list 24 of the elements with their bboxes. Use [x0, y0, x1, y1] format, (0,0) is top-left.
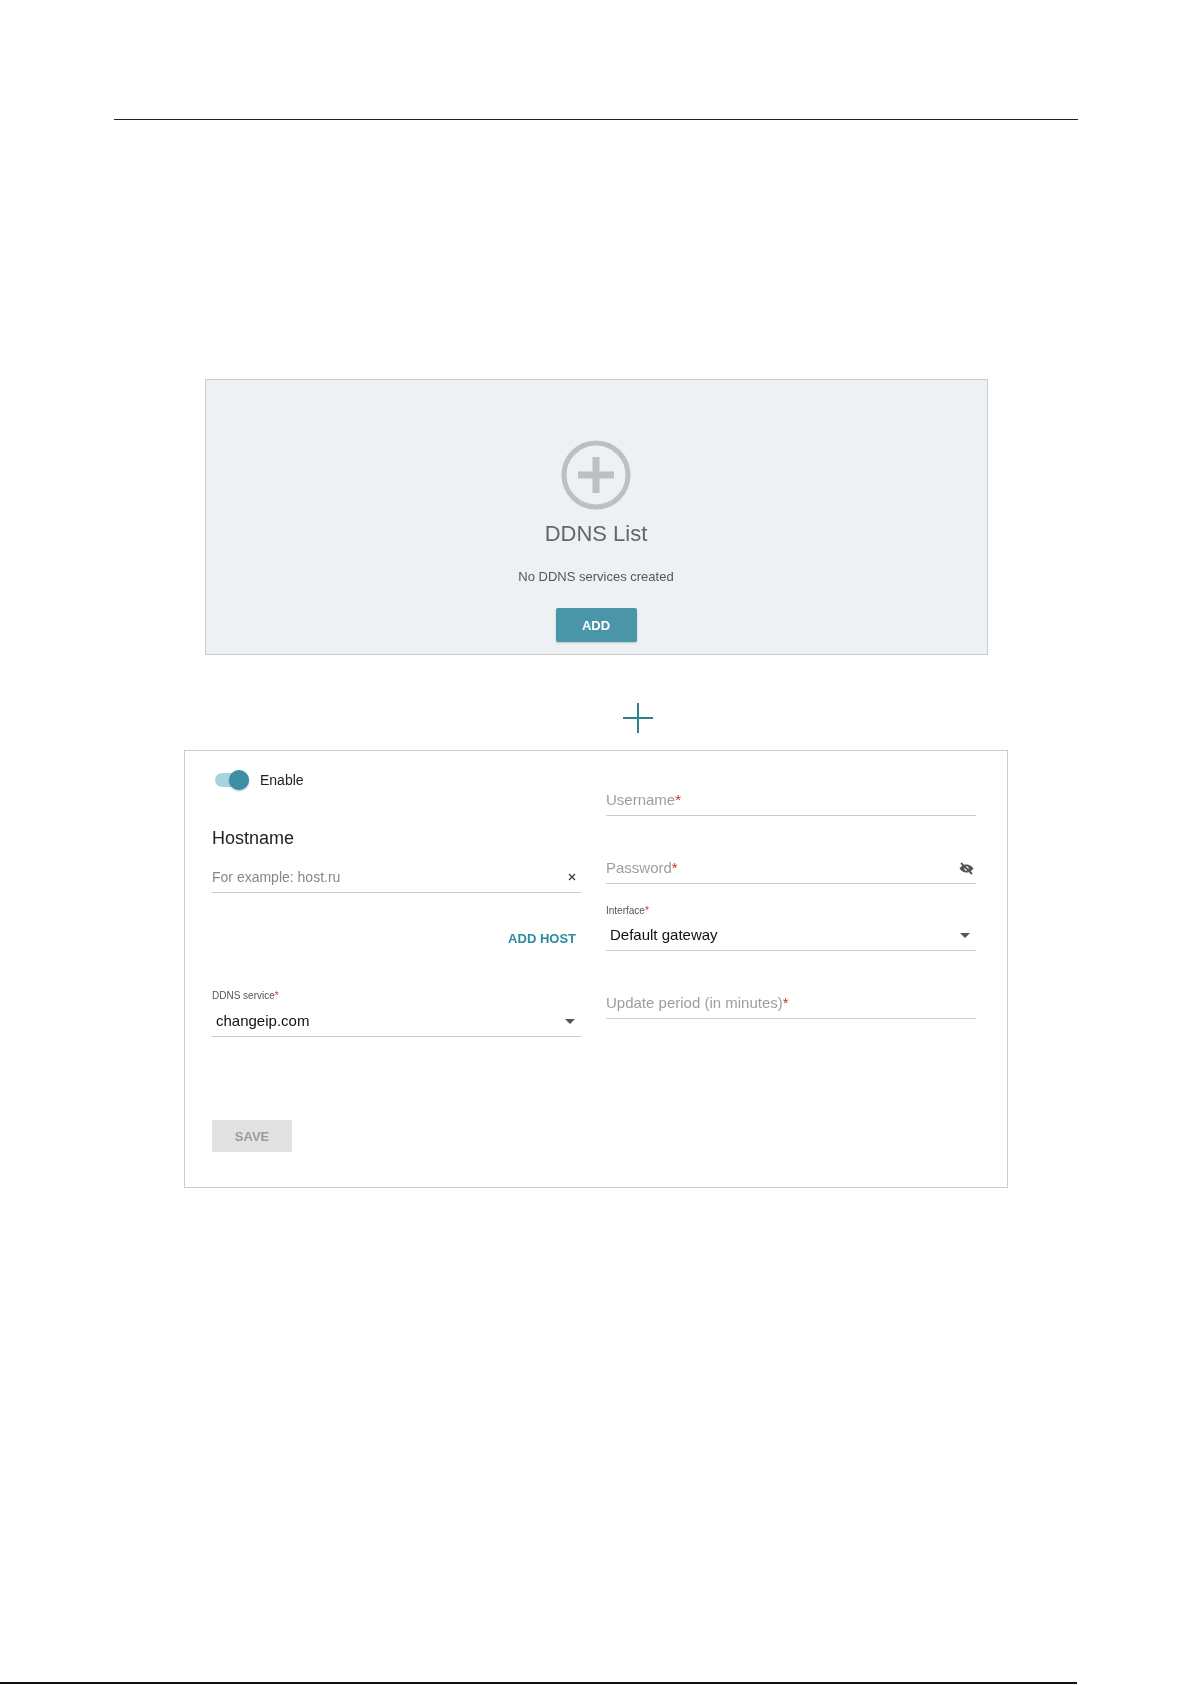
toggle-label: Enable: [260, 771, 304, 789]
plus-icon: [623, 703, 653, 733]
add-button[interactable]: ADD: [555, 608, 637, 642]
eye-slash-icon[interactable]: [959, 861, 974, 875]
empty-message: No DDNS services created: [518, 569, 674, 585]
close-icon[interactable]: [568, 873, 576, 881]
ddns-service-select[interactable]: DDNS service* changeip.com: [212, 990, 581, 1037]
field-label: Update period (in minutes)*: [606, 993, 789, 1013]
plus-circle-icon: [561, 440, 631, 510]
hostname-field[interactable]: For example: host.ru: [212, 861, 581, 893]
hostname-heading: Hostname: [212, 827, 295, 849]
enable-toggle[interactable]: [215, 770, 249, 790]
caret-icon: [565, 1018, 575, 1024]
interface-select[interactable]: Interface* Default gateway: [606, 905, 976, 951]
update-period-field[interactable]: Update period (in minutes)*: [606, 987, 976, 1019]
username-field[interactable]: Username*: [606, 784, 976, 816]
password-field[interactable]: Password*: [606, 852, 976, 884]
field-label: Password*: [606, 858, 678, 878]
field-label: DDNS service*: [212, 990, 279, 1002]
caret-icon: [960, 932, 970, 938]
add-host-button[interactable]: ADD HOST: [508, 931, 576, 947]
list-title: DDNS List: [544, 521, 648, 547]
field-label: Interface*: [606, 905, 649, 917]
field-label: Username*: [606, 790, 682, 810]
